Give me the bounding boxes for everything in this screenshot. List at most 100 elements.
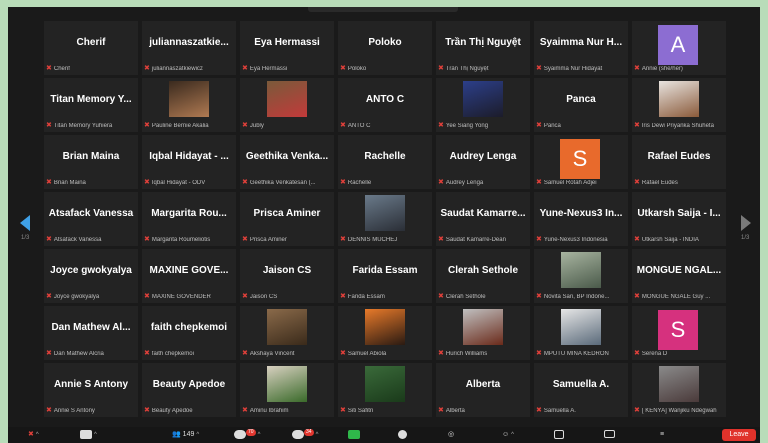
record-icon [398,429,407,439]
participant-tile[interactable]: Annie S Antony ✖ Annie S Antony [44,363,138,417]
participant-tile[interactable]: Jaison CS ✖ Jaison CS [240,249,334,303]
participant-label-text: juliannaszatkiewicz [151,66,203,72]
participant-tile[interactable]: Saudat Kamarre... ✖ Saudat Kamarre-Dean [436,192,530,246]
participant-label-text: faith chepkemoi [151,351,194,357]
participant-tile[interactable]: Syaimma Nur H... ✖ Syaimma Nur Hidayat [534,21,628,75]
participant-tile[interactable]: Prisca Aminer ✖ Prisca Aminer [240,192,334,246]
participant-tile[interactable]: Yune-Nexus3 In... ✖ Yune-Nexus3 Indonesia [534,192,628,246]
participant-label-text: Alberta [445,408,465,414]
notes-button[interactable]: ≡ [660,429,664,441]
participant-tile[interactable]: Rachelle ✖ Rachelle [338,135,432,189]
microphone-muted-icon: ✖ [340,350,346,357]
participant-avatar: S [658,310,698,350]
participant-label-text: Saudat Kamarre-Dean [445,237,506,243]
microphone-muted-icon: ✖ [46,407,52,414]
participant-tile[interactable]: Panca ✖ Panca [534,78,628,132]
chevron-up-icon[interactable]: ^ [511,432,514,438]
participant-tile[interactable]: ✖ DENNIS MUCHEJ [338,192,432,246]
participant-name-label: ✖ Poloko [340,64,428,72]
participant-tile[interactable]: Beauty Apedoe ✖ Beauty Apedoe [142,363,236,417]
participant-display-name: Audrey Lenga [449,151,517,162]
participant-tile[interactable]: Joyce gwokyalya ✖ Joyce gwokyalya [44,249,138,303]
participant-tile[interactable]: Farida Essam ✖ Farida Essam [338,249,432,303]
participant-tile[interactable]: Rafael Eudes ✖ Rafael Eudes [632,135,726,189]
participant-tile[interactable]: ✖[ KENYA] Wanjiku Ndegwah [632,363,726,417]
participant-tile[interactable]: ✖ Yee Siang Yong [436,78,530,132]
participant-tile[interactable]: Iqbal Hidayat - ... ✖ Iqbal Hidayat - ODV [142,135,236,189]
participant-tile[interactable]: Geethika Venka... ✖ Geethika Venkatesan (.… [240,135,334,189]
participant-tile[interactable]: ✖ Pauline Bernie Akalia [142,78,236,132]
microphone-muted-icon: ✖ [340,407,346,414]
microphone-muted-icon: ✖ [144,350,150,357]
apps-button[interactable]: ◎ [448,429,454,441]
participant-tile[interactable]: ✖ Siti Safitri [338,363,432,417]
participant-tile[interactable]: ✖ Iris Dewi Priyanka Shuheta [632,78,726,132]
participant-tile[interactable]: juliannaszatkie... ✖ juliannaszatkiewicz [142,21,236,75]
microphone-muted-icon: ✖ [144,179,150,186]
microphone-muted-icon: ✖ [634,65,640,72]
participant-tile[interactable]: Brian Maina ✖ Brian Maina [44,135,138,189]
participant-tile[interactable]: Eya Hermassi ✖ Eya Hermassi [240,21,334,75]
participant-tile[interactable]: ✖ MPUTU MINA KEDRON [534,306,628,360]
chevron-up-icon[interactable]: ^ [258,432,261,438]
participant-tile[interactable]: Dan Mathew Al... ✖ Dan Mathew Alcria [44,306,138,360]
microphone-muted-icon: ✖ [340,122,346,129]
record-button[interactable] [398,429,407,441]
participant-display-name: Margarita Rou... [151,208,227,219]
participants-button[interactable]: 👥 149 ^ [172,429,199,441]
participant-tile[interactable]: MAXINE GOVE... ✖ MAXINE GOVENDER [142,249,236,303]
video-button[interactable]: ^ [80,429,97,441]
participant-tile[interactable]: Utkarsh Saija - I... ✖ Utkarsh Saija - IND… [632,192,726,246]
participant-tile[interactable]: Clerah Sethole ✖ Clerah Sethole [436,249,530,303]
participant-tile[interactable]: S ✖ Serena D [632,306,726,360]
participant-tile[interactable]: ✖ Jubly [240,78,334,132]
participant-tile[interactable]: ANTO C ✖ ANTO C [338,78,432,132]
mute-button[interactable]: ✖ ^ [28,429,39,441]
participant-display-name: Geethika Venka... [245,151,329,162]
participant-tile[interactable]: Audrey Lenga ✖ Audrey Lenga [436,135,530,189]
share-screen-button[interactable] [348,429,360,441]
participant-name-label: ✖ Rafael Eudes [634,178,722,186]
participant-tile[interactable]: S ✖ Samuel Rotah Adjei [534,135,628,189]
participant-tile[interactable]: Alberta ✖ Alberta [436,363,530,417]
participant-tile[interactable]: MONGUE NGAL... ✖ MONGUE NGALE Guy ... [632,249,726,303]
microphone-muted-icon: ✖ [28,431,34,438]
next-page-arrow-icon[interactable] [741,215,751,231]
participant-tile[interactable]: Cherif ✖ Cherif [44,21,138,75]
previous-page-arrow-icon[interactable] [20,215,30,231]
whiteboard-button[interactable] [554,429,564,441]
participant-tile[interactable]: Margarita Rou... ✖ Margarita Roumeliotis [142,192,236,246]
microphone-muted-icon: ✖ [144,122,150,129]
participant-tile[interactable]: ✖ Akshaya Vincent [240,306,334,360]
participant-tile[interactable]: Titan Memory Y... ✖ Titan Memory Yuhiera [44,78,138,132]
participant-name-label: ✖ Syaimma Nur Hidayat [536,64,624,72]
participant-name-label: ✖ Dan Mathew Alcria [46,349,134,357]
participant-name-label: ✖ Panca [536,121,624,129]
participant-grid: Cherif ✖ Cherif juliannaszatkie... ✖ julianna… [44,21,730,423]
participant-tile[interactable]: Samuella A. ✖ Samuella A. [534,363,628,417]
participant-tile[interactable]: A ✖ Annie (she/her) [632,21,726,75]
participant-display-name: Cherif [76,37,106,48]
participant-tile[interactable]: ✖ Aminu Ibrahim [240,363,334,417]
participant-tile[interactable]: ✖ Novita Sari, BP Indone... [534,249,628,303]
chevron-up-icon[interactable]: ^ [36,432,39,438]
participant-display-name: Samuella A. [552,379,610,390]
reactions-button[interactable]: 34 ^ [292,429,318,441]
leave-button[interactable]: Leave [722,429,756,441]
chat-button[interactable]: 70 ^ [234,429,260,441]
participant-tile[interactable]: ✖ Samuel Abiola [338,306,432,360]
participant-name-label: ✖ Aminu Ibrahim [242,406,330,414]
participant-tile[interactable]: Trần Thị Nguyệt ✖ Trần Thị Nguyệt [436,21,530,75]
participant-tile[interactable]: Poloko ✖ Poloko [338,21,432,75]
participant-tile[interactable]: ✖ Hurich Williams [436,306,530,360]
reactions-menu-button[interactable]: ☺ ^ [502,429,514,441]
participant-tile[interactable]: faith chepkemoi ✖ faith chepkemoi [142,306,236,360]
participant-label-text: Akshaya Vincent [249,351,295,357]
chevron-up-icon[interactable]: ^ [94,432,97,438]
microphone-muted-icon: ✖ [536,293,542,300]
more-button[interactable] [604,429,615,441]
chevron-up-icon[interactable]: ^ [316,432,319,438]
chevron-up-icon[interactable]: ^ [196,432,199,438]
microphone-muted-icon: ✖ [438,236,444,243]
participant-tile[interactable]: Atsafack Vanessa ✖ Atsafack Vanessa [44,192,138,246]
